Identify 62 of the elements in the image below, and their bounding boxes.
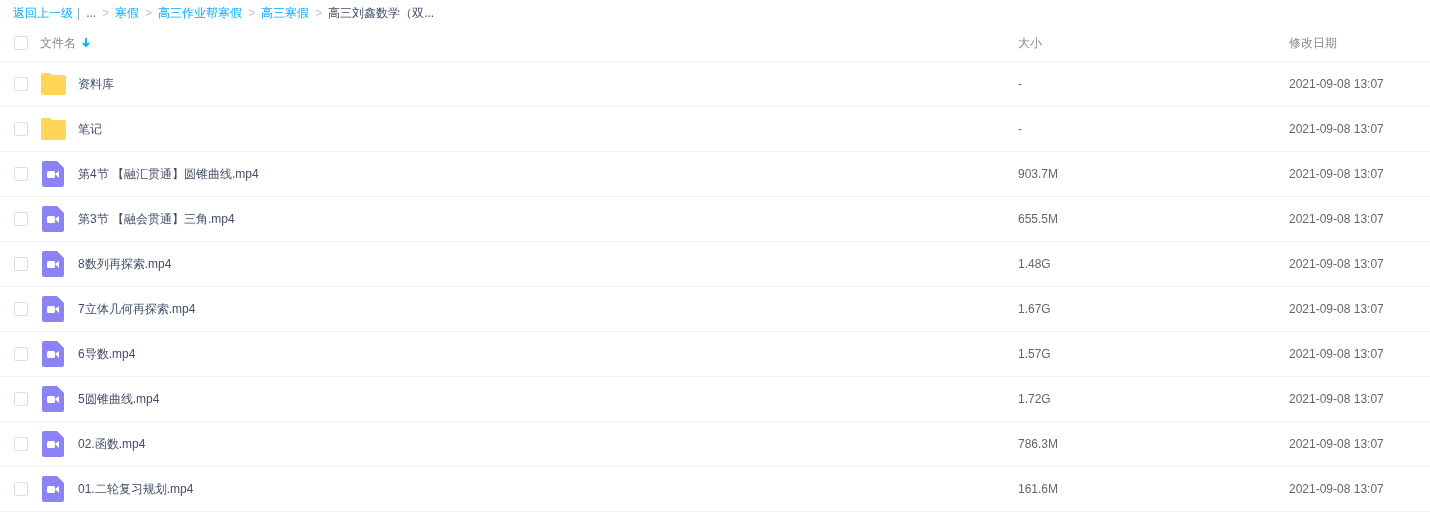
modified-date: 2021-09-08 13:07 — [1289, 391, 1384, 408]
modified-date: 2021-09-08 13:07 — [1289, 256, 1384, 273]
video-file-icon — [40, 161, 67, 187]
file-size: 786.3M — [1018, 436, 1060, 453]
checkbox[interactable] — [14, 437, 28, 451]
folder-icon — [40, 118, 67, 140]
modified-date: 2021-09-08 13:07 — [1289, 166, 1384, 183]
chevron: > — [315, 4, 323, 22]
file-size: - — [1018, 76, 1023, 93]
checkbox[interactable] — [14, 167, 28, 181]
ellipsis[interactable]: ... — [86, 3, 97, 22]
file-name[interactable]: 01.二轮复习规划.mp4 — [78, 480, 1018, 498]
file-name[interactable]: 第3节 【融会贯通】三角.mp4 — [78, 210, 1018, 228]
column-header: 大小 — [1018, 35, 1043, 52]
chevron: > — [102, 4, 110, 22]
modified-date: 2021-09-08 13:07 — [1289, 121, 1384, 138]
modified-date: 2021-09-08 13:07 — [1289, 346, 1384, 363]
video-file-icon — [40, 206, 67, 232]
checkbox[interactable] — [14, 122, 28, 136]
video-file-icon — [40, 251, 67, 277]
checkbox[interactable] — [14, 257, 28, 271]
file-name[interactable]: 第4节 【融汇贯通】圆锥曲线.mp4 — [78, 165, 1018, 183]
modified-date: 2021-09-08 13:07 — [1289, 436, 1384, 453]
file-name[interactable]: 5圆锥曲线.mp4 — [78, 390, 1018, 408]
checkbox[interactable] — [14, 77, 28, 91]
file-name[interactable]: 02.函数.mp4 — [78, 435, 1018, 453]
video-file-icon — [40, 386, 67, 412]
chevron: > — [248, 4, 256, 22]
checkbox[interactable] — [14, 482, 28, 496]
modified-date: 2021-09-08 13:07 — [1289, 301, 1384, 318]
modified-date: 2021-09-08 13:07 — [1289, 211, 1384, 228]
checkbox[interactable] — [14, 36, 28, 50]
file-name[interactable]: 资料库 — [78, 75, 1018, 93]
video-file-icon — [40, 476, 67, 502]
file-size: 903.7M — [1018, 166, 1060, 183]
file-size: 655.5M — [1018, 211, 1060, 228]
video-file-icon — [40, 431, 67, 457]
video-file-icon — [40, 341, 67, 367]
file-size: 1.67G — [1018, 301, 1052, 318]
file-name[interactable]: 8数列再探索.mp4 — [78, 255, 1018, 273]
file-name[interactable]: 7立体几何再探索.mp4 — [78, 300, 1018, 318]
checkbox[interactable] — [14, 302, 28, 316]
modified-date: 2021-09-08 13:07 — [1289, 76, 1384, 93]
checkbox[interactable] — [14, 392, 28, 406]
column-header[interactable]: 文件名 — [40, 34, 76, 52]
file-name[interactable]: 笔记 — [78, 120, 1018, 138]
file-size: 1.57G — [1018, 346, 1052, 363]
chevron: > — [145, 4, 153, 22]
file-name[interactable]: 6导数.mp4 — [78, 345, 1018, 363]
file-size: - — [1018, 121, 1023, 138]
folder-icon — [40, 73, 67, 95]
video-file-icon — [40, 296, 67, 322]
checkbox[interactable] — [14, 212, 28, 226]
file-size: 1.48G — [1018, 256, 1052, 273]
checkbox[interactable] — [14, 347, 28, 361]
sort-arrow-icon[interactable] — [82, 38, 90, 48]
separator: | — [77, 4, 81, 22]
modified-date: 2021-09-08 13:07 — [1289, 481, 1384, 498]
file-size: 1.72G — [1018, 391, 1052, 408]
column-header: 修改日期 — [1289, 35, 1337, 52]
file-size: 161.6M — [1018, 481, 1060, 498]
current-folder: 高三刘鑫数学（双... — [328, 4, 435, 22]
